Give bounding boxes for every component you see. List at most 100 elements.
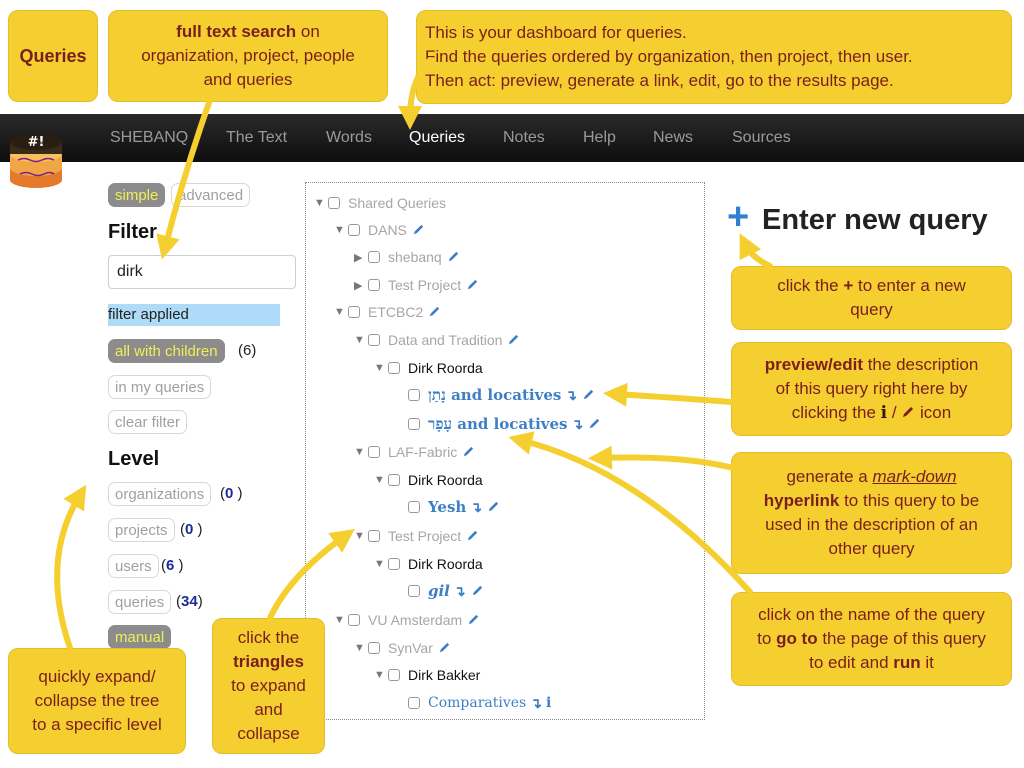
markdown-link-icon[interactable]: ↴ [530, 695, 542, 712]
tree-checkbox[interactable] [328, 197, 340, 209]
tree-node[interactable]: ▼ VU Amsterdam [334, 610, 481, 630]
markdown-link-icon[interactable]: ↴ [454, 583, 466, 600]
markdown-link-icon[interactable]: ↴ [470, 499, 482, 516]
mode-simple-button[interactable]: simple [108, 183, 166, 207]
tree-node[interactable]: ▼ SynVar [354, 638, 452, 658]
markdown-link-icon[interactable]: ↴ [565, 387, 577, 404]
pencil-icon[interactable] [462, 445, 476, 459]
expand-triangle-icon[interactable]: ▶ [354, 251, 368, 264]
tree-checkbox[interactable] [388, 362, 400, 374]
manual-button[interactable]: manual [108, 625, 172, 649]
pencil-icon[interactable] [471, 584, 485, 598]
nav-notes[interactable]: Notes [503, 129, 545, 147]
expand-triangle-icon[interactable]: ▶ [354, 279, 368, 292]
tree-checkbox[interactable] [368, 530, 380, 542]
query-name-link[interactable]: Comparatives [428, 695, 526, 711]
tree-node[interactable]: gil ↴ [394, 581, 485, 601]
tree-checkbox[interactable] [388, 558, 400, 570]
tree-node[interactable]: ▼ ETCBC2 [334, 302, 442, 322]
pencil-icon[interactable] [428, 305, 442, 319]
collapse-triangle-icon[interactable]: ▼ [374, 669, 388, 681]
tree-checkbox[interactable] [368, 251, 380, 263]
pencil-icon[interactable] [466, 529, 480, 543]
pencil-icon[interactable] [582, 388, 596, 402]
pencil-icon[interactable] [447, 250, 461, 264]
tree-checkbox[interactable] [408, 501, 420, 513]
tree-checkbox[interactable] [408, 697, 420, 709]
pencil-icon[interactable] [438, 641, 452, 655]
query-name-link[interactable]: נָתַן and locatives [428, 386, 561, 405]
pencil-icon[interactable] [588, 417, 602, 431]
tree-checkbox[interactable] [388, 474, 400, 486]
tree-node[interactable]: נָתַן and locatives ↴ [394, 385, 596, 405]
collapse-triangle-icon[interactable]: ▼ [354, 334, 368, 346]
nav-news[interactable]: News [653, 129, 693, 147]
shebanq-logo[interactable]: #! [6, 128, 66, 192]
tree-node[interactable]: ▼ Dirk Bakker [374, 665, 480, 685]
tree-node[interactable]: ▼ DANS [334, 220, 426, 240]
tree-checkbox[interactable] [348, 224, 360, 236]
tree-checkbox[interactable] [368, 334, 380, 346]
level-projects-button[interactable]: projects [108, 518, 175, 542]
tree-checkbox[interactable] [408, 585, 420, 597]
tree-node[interactable]: ▼ Dirk Roorda [374, 470, 483, 490]
level-queries-button[interactable]: queries [108, 590, 172, 614]
tree-checkbox[interactable] [348, 614, 360, 626]
tree-node[interactable]: ▼ Data and Tradition [354, 330, 521, 350]
nav-words[interactable]: Words [326, 129, 372, 147]
markdown-callout: generate a mark-down hyperlink to this q… [731, 452, 1012, 574]
enter-new-query-link[interactable]: Enter new query [762, 204, 988, 237]
tree-node[interactable]: ▶ Test Project [354, 275, 480, 295]
nav-the-text[interactable]: The Text [226, 129, 287, 147]
pencil-icon[interactable] [507, 333, 521, 347]
nav-queries[interactable]: Queries [409, 129, 465, 147]
tree-node-label: Data and Tradition [388, 332, 503, 348]
tree-node[interactable]: ▼ Shared Queries [314, 193, 446, 213]
collapse-triangle-icon[interactable]: ▼ [354, 446, 368, 458]
nav-shebanq[interactable]: SHEBANQ [110, 129, 188, 147]
collapse-triangle-icon[interactable]: ▼ [314, 197, 328, 209]
tree-node[interactable]: ▼ Test Project [354, 526, 480, 546]
nav-sources[interactable]: Sources [732, 129, 791, 147]
filter-input[interactable] [108, 255, 296, 289]
query-name-link[interactable]: Yesh [428, 498, 466, 516]
level-organizations-button[interactable]: organizations [108, 482, 212, 506]
tree-node[interactable]: ▶ shebanq [354, 247, 461, 267]
tree-node[interactable]: ▼ LAF-Fabric [354, 442, 476, 462]
collapse-triangle-icon[interactable]: ▼ [374, 474, 388, 486]
collapse-triangle-icon[interactable]: ▼ [354, 642, 368, 654]
tree-node[interactable]: ▼ Dirk Roorda [374, 554, 483, 574]
collapse-triangle-icon[interactable]: ▼ [334, 306, 348, 318]
collapse-triangle-icon[interactable]: ▼ [354, 530, 368, 542]
query-name-link[interactable]: gil [428, 582, 450, 600]
all-with-children-button[interactable]: all with children [108, 339, 225, 363]
tree-node[interactable]: ▼ Dirk Roorda [374, 358, 483, 378]
query-name-link[interactable]: עָפָר and locatives [428, 415, 567, 434]
collapse-triangle-icon[interactable]: ▼ [374, 362, 388, 374]
tree-checkbox[interactable] [368, 279, 380, 291]
level-users-button[interactable]: users [108, 554, 159, 578]
pencil-icon[interactable] [466, 278, 480, 292]
pencil-icon[interactable] [487, 500, 501, 514]
tree-node[interactable]: Yesh ↴ [394, 497, 501, 517]
tree-node[interactable]: עָפָר and locatives ↴ [394, 414, 602, 434]
markdown-link-icon[interactable]: ↴ [571, 416, 583, 433]
tree-node[interactable]: Comparatives ↴ i [394, 693, 551, 713]
info-icon[interactable]: i [546, 695, 551, 711]
collapse-triangle-icon[interactable]: ▼ [374, 558, 388, 570]
tree-checkbox[interactable] [348, 306, 360, 318]
nav-help[interactable]: Help [583, 129, 616, 147]
clear-filter-button[interactable]: clear filter [108, 410, 188, 434]
tree-checkbox[interactable] [368, 642, 380, 654]
collapse-triangle-icon[interactable]: ▼ [334, 224, 348, 236]
tree-checkbox[interactable] [368, 446, 380, 458]
tree-checkbox[interactable] [388, 669, 400, 681]
pencil-icon[interactable] [412, 223, 426, 237]
plus-icon[interactable]: + [727, 196, 749, 239]
collapse-triangle-icon[interactable]: ▼ [334, 614, 348, 626]
tree-checkbox[interactable] [408, 418, 420, 430]
in-my-queries-button[interactable]: in my queries [108, 375, 212, 399]
tree-checkbox[interactable] [408, 389, 420, 401]
pencil-icon[interactable] [467, 613, 481, 627]
mode-advanced-button[interactable]: advanced [171, 183, 251, 207]
